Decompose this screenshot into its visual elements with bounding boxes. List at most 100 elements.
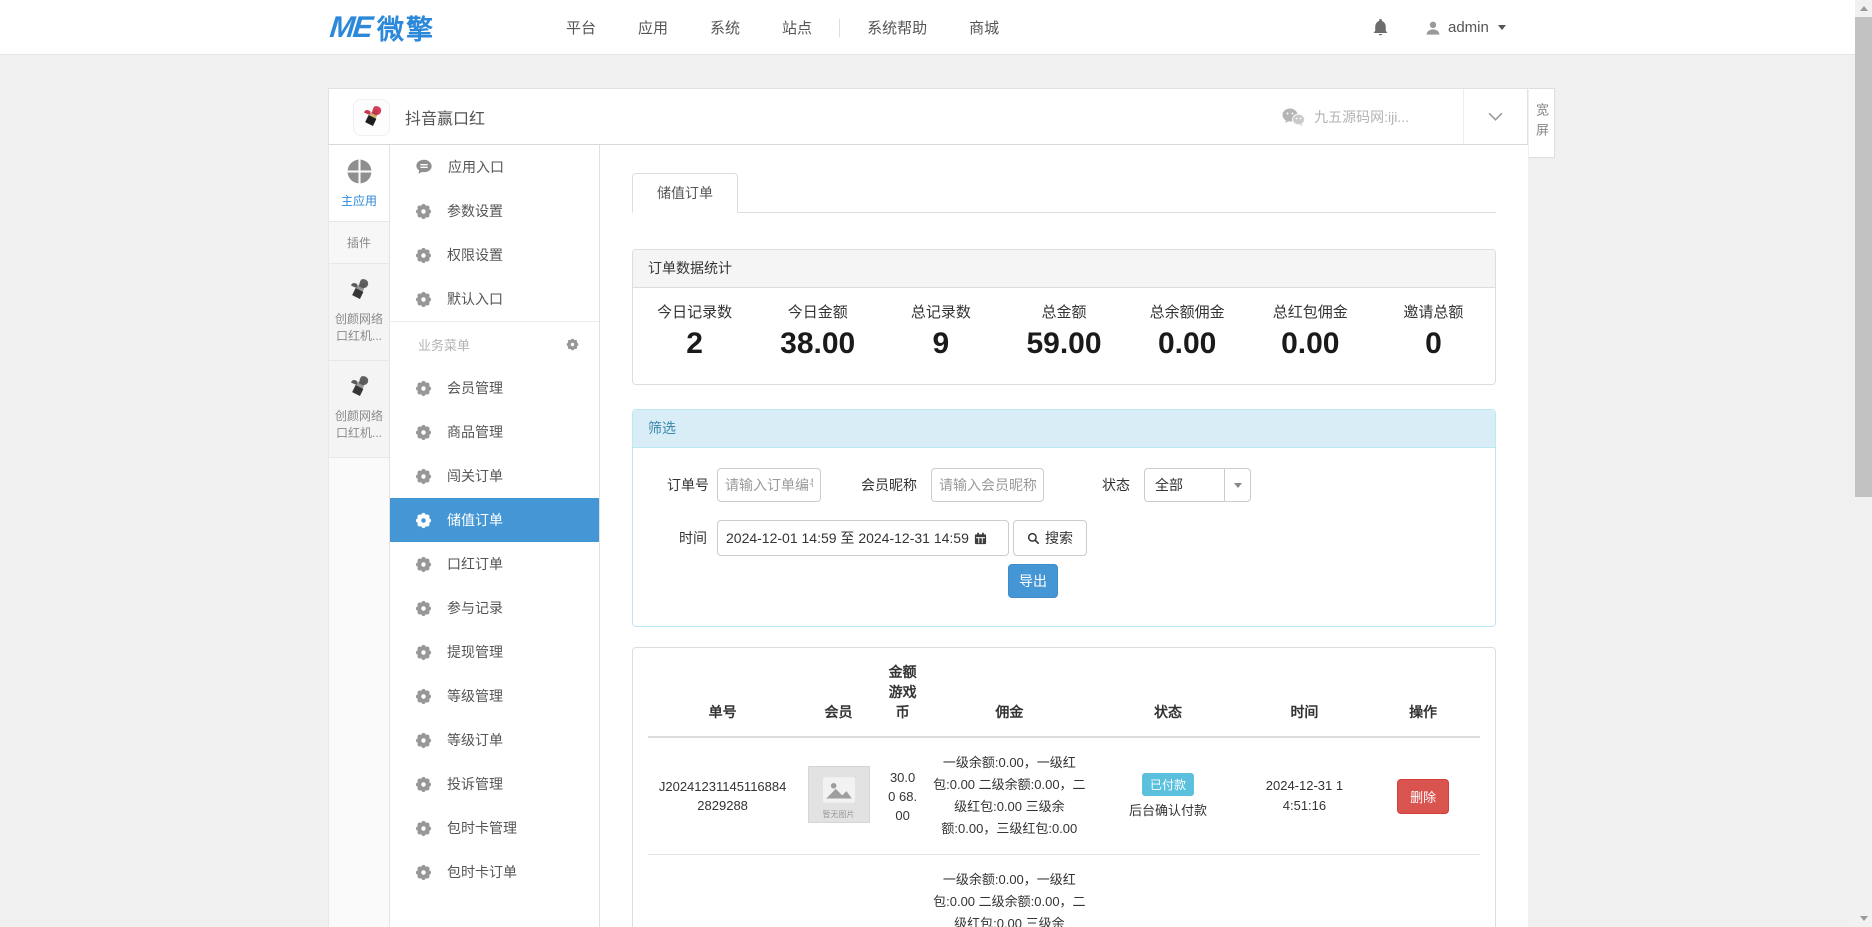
gear-icon	[415, 644, 432, 661]
cell-commission: 一级余额:0.00，一级红包:0.00 二级余额:0.00，二级红包:0.00 …	[925, 855, 1093, 927]
gear-icon	[415, 424, 432, 441]
app-menu: 应用入口 参数设置 权限设置 默认入口 业务菜单 会员管理 商品管理 闯关订单 …	[390, 145, 600, 927]
notification-bell-icon[interactable]	[1372, 0, 1389, 55]
stat-today-records: 今日记录数 2	[633, 288, 756, 384]
status-text: 后台确认付款	[1097, 800, 1238, 819]
menu-item-complaints[interactable]: 投诉管理	[390, 762, 599, 806]
status-badge: 已付款	[1142, 773, 1194, 796]
scrollbar-down-arrow[interactable]	[1855, 910, 1872, 927]
chat-bubble-icon	[415, 158, 433, 176]
filter-row-3: 导出	[633, 564, 1495, 598]
rail-plugin-item[interactable]: 创颜网络口红机...	[329, 264, 389, 361]
orders-table-panel: 单号 会员 金额游戏币 佣金 状态 时间 操作 J202412311451168…	[632, 647, 1496, 927]
menu-item-label: 会员管理	[447, 378, 503, 398]
nav-item-apps[interactable]: 应用	[617, 17, 689, 38]
scrollbar-up-arrow[interactable]	[1855, 0, 1872, 17]
order-no-label: 订单号	[667, 475, 709, 495]
tab-bar: 储值订单	[632, 173, 1496, 213]
search-button-label: 搜索	[1045, 528, 1073, 548]
menu-item-label: 权限设置	[447, 245, 503, 265]
cell-status: 已付款 后台确认付款	[1093, 737, 1242, 855]
delete-button[interactable]: 删除	[1397, 779, 1449, 814]
widescreen-toggle[interactable]: 宽屏	[1529, 88, 1555, 158]
col-amount-coins: 金额游戏币	[880, 648, 925, 737]
menu-item-recharge-orders[interactable]: 储值订单	[390, 498, 599, 542]
tab-recharge-orders[interactable]: 储值订单	[632, 173, 738, 213]
cell-status	[1093, 855, 1242, 927]
wechat-icon	[1281, 107, 1305, 127]
menu-item-label: 应用入口	[448, 157, 504, 177]
menu-item-level-orders[interactable]: 等级订单	[390, 718, 599, 762]
filter-panel-title: 筛选	[633, 410, 1495, 448]
plugin-lipstick-icon	[344, 373, 374, 403]
nav-item-store[interactable]: 商城	[948, 17, 1020, 38]
rail-main-label: 主应用	[341, 192, 377, 209]
gear-icon	[415, 512, 432, 529]
menu-item-label: 参与记录	[447, 598, 503, 618]
orders-table: 单号 会员 金额游戏币 佣金 状态 时间 操作 J202412311451168…	[648, 648, 1480, 927]
col-time: 时间	[1243, 648, 1366, 737]
gear-icon	[415, 820, 432, 837]
nav-item-system[interactable]: 系统	[689, 17, 761, 38]
menu-item-label: 包时卡订单	[447, 862, 517, 882]
app-title: 抖音赢口红	[405, 89, 485, 144]
menu-item-app-entry[interactable]: 应用入口	[390, 145, 599, 189]
col-member: 会员	[797, 648, 880, 737]
date-range-input[interactable]: 2024-12-01 14:59 至 2024-12-31 14:59	[717, 520, 1009, 556]
filter-panel: 筛选 订单号 会员昵称 状态 全部 时间 2024-12-01 14:59 至 …	[632, 409, 1496, 627]
user-menu[interactable]: admin	[1425, 0, 1506, 55]
no-image-placeholder: 暂无图片	[808, 766, 870, 823]
gear-icon	[415, 380, 432, 397]
menu-item-withdrawals[interactable]: 提现管理	[390, 630, 599, 674]
col-commission: 佣金	[925, 648, 1093, 737]
menu-item-label: 参数设置	[447, 201, 503, 221]
weengine-logo[interactable]: ME 微擎	[330, 0, 435, 55]
account-info[interactable]: 九五源码网:iji...	[1281, 89, 1409, 144]
stat-total-records: 总记录数 9	[879, 288, 1002, 384]
page-scrollbar[interactable]	[1855, 0, 1872, 927]
nav-item-platform[interactable]: 平台	[545, 17, 617, 38]
menu-item-label: 商品管理	[447, 422, 503, 442]
menu-item-params[interactable]: 参数设置	[390, 189, 599, 233]
calendar-icon	[974, 532, 987, 545]
menu-item-label: 闯关订单	[447, 466, 503, 486]
cell-actions	[1366, 855, 1480, 927]
collapse-header-button[interactable]	[1463, 89, 1527, 144]
stat-balance-commission: 总余额佣金 0.00	[1126, 288, 1249, 384]
stats-panel-title: 订单数据统计	[633, 250, 1495, 288]
table-row: 一级余额:0.00，一级红包:0.00 二级余额:0.00，二级红包:0.00 …	[648, 855, 1480, 927]
menu-item-lipstick-orders[interactable]: 口红订单	[390, 542, 599, 586]
menu-item-products[interactable]: 商品管理	[390, 410, 599, 454]
menu-item-label: 等级订单	[447, 730, 503, 750]
cell-actions: 删除	[1366, 737, 1480, 855]
menu-item-default-entry[interactable]: 默认入口	[390, 277, 599, 321]
col-status: 状态	[1093, 648, 1242, 737]
nav-item-site[interactable]: 站点	[761, 17, 833, 38]
filter-row-2: 时间 2024-12-01 14:59 至 2024-12-31 14:59 搜…	[633, 520, 1495, 556]
gear-icon	[415, 864, 432, 881]
rail-plugins-label: 插件	[329, 222, 389, 264]
section-gear-icon[interactable]	[566, 338, 579, 351]
nav-item-help[interactable]: 系统帮助	[846, 17, 948, 38]
scrollbar-thumb[interactable]	[1855, 17, 1872, 497]
gear-icon	[415, 247, 432, 264]
app-rail: 主应用 插件 创颜网络口红机... 创颜网络口红机...	[328, 145, 390, 927]
cell-order-no: J202412311451168842829288	[648, 737, 797, 855]
menu-item-timecard-mgmt[interactable]: 包时卡管理	[390, 806, 599, 850]
menu-item-members[interactable]: 会员管理	[390, 366, 599, 410]
rail-plugin-item[interactable]: 创颜网络口红机...	[329, 361, 389, 458]
export-button[interactable]: 导出	[1008, 564, 1058, 598]
menu-item-label: 默认入口	[447, 289, 503, 309]
filter-body: 订单号 会员昵称 状态 全部 时间 2024-12-01 14:59 至 202…	[633, 448, 1495, 626]
rail-item-main-app[interactable]: 主应用	[329, 145, 389, 222]
menu-item-label: 提现管理	[447, 642, 503, 662]
menu-item-challenge-orders[interactable]: 闯关订单	[390, 454, 599, 498]
nickname-input[interactable]	[931, 468, 1044, 502]
menu-item-timecard-orders[interactable]: 包时卡订单	[390, 850, 599, 894]
menu-item-permissions[interactable]: 权限设置	[390, 233, 599, 277]
menu-item-levels[interactable]: 等级管理	[390, 674, 599, 718]
menu-item-participation[interactable]: 参与记录	[390, 586, 599, 630]
status-select[interactable]: 全部	[1144, 468, 1251, 502]
order-no-input[interactable]	[717, 468, 821, 502]
search-button[interactable]: 搜索	[1013, 520, 1087, 556]
